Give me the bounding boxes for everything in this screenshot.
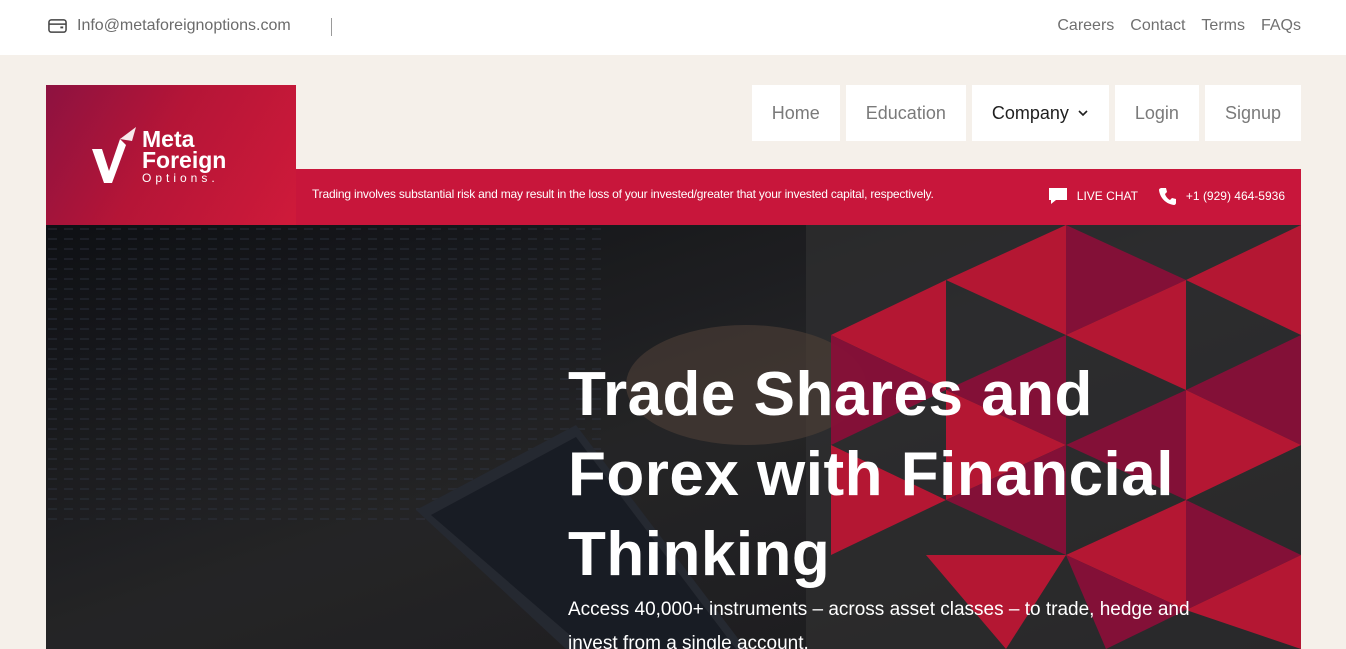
email-link[interactable]: Info@metaforeignoptions.com — [48, 17, 291, 35]
nav-signup[interactable]: Signup — [1204, 85, 1301, 141]
email-text: Info@metaforeignoptions.com — [77, 17, 291, 34]
phone-link[interactable]: +1 (929) 464-5936 — [1158, 186, 1285, 206]
live-chat-label: LIVE CHAT — [1076, 189, 1138, 203]
divider — [331, 18, 332, 36]
nav-company-label: Company — [991, 102, 1069, 123]
wallet-icon — [48, 19, 67, 33]
hero-title: Trade Shares and Forex with Financial Th… — [568, 360, 1174, 589]
nav-education-label: Education — [865, 102, 946, 123]
live-chat-link[interactable]: LIVE CHAT — [1047, 186, 1138, 206]
terms-link[interactable]: Terms — [1201, 17, 1245, 35]
contact-link[interactable]: Contact — [1130, 17, 1185, 35]
top-bar: Info@metaforeignoptions.com Careers Cont… — [0, 0, 1346, 55]
logo: Meta Foreign Options. — [92, 126, 226, 185]
chevron-down-icon — [1078, 110, 1088, 117]
faqs-link[interactable]: FAQs — [1261, 17, 1301, 35]
nav-signup-label: Signup — [1224, 102, 1281, 123]
hero-section: Trade Shares and Forex with Financial Th… — [46, 225, 1301, 649]
nav-company[interactable]: Company — [971, 85, 1109, 141]
risk-bar: Trading involves substantial risk and ma… — [296, 169, 1301, 225]
careers-link[interactable]: Careers — [1057, 17, 1114, 35]
phone-icon — [1158, 188, 1176, 205]
risk-disclaimer: Trading involves substantial risk and ma… — [312, 187, 934, 201]
nav-login[interactable]: Login — [1114, 85, 1199, 141]
logo-block[interactable]: Meta Foreign Options. — [46, 85, 296, 225]
phone-number: +1 (929) 464-5936 — [1185, 189, 1285, 203]
main-nav: Home Education Company Login Signup — [751, 85, 1301, 141]
hero-subtitle: Access 40,000+ instruments – across asse… — [568, 599, 1190, 649]
nav-login-label: Login — [1134, 102, 1179, 123]
logo-options: Options. — [142, 171, 219, 185]
nav-home[interactable]: Home — [751, 85, 840, 141]
chat-icon — [1048, 188, 1067, 204]
logo-foreign: Foreign — [142, 147, 226, 173]
nav-home-label: Home — [771, 102, 820, 123]
contact-group: LIVE CHAT +1 (929) 464-5936 — [1035, 186, 1285, 206]
top-links: Careers Contact Terms FAQs — [1057, 17, 1301, 35]
nav-education[interactable]: Education — [845, 85, 966, 141]
